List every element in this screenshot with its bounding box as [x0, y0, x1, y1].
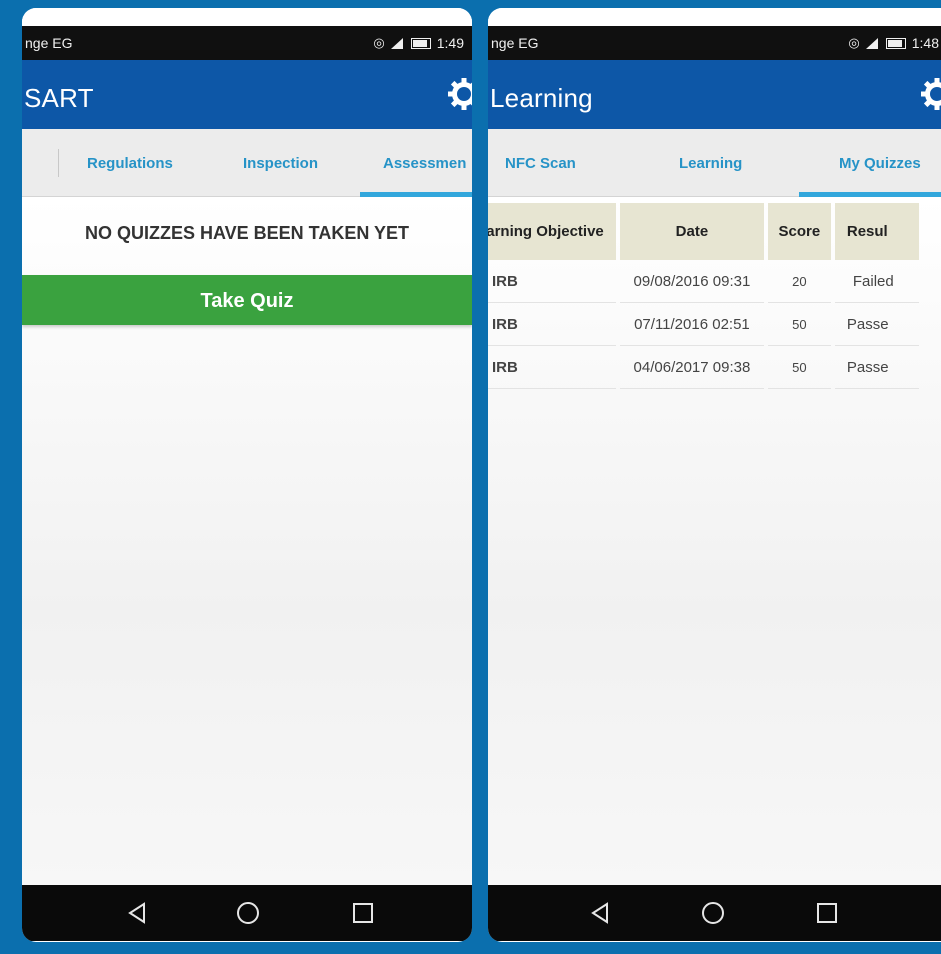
- recents-square-icon[interactable]: [351, 901, 375, 925]
- empty-state-message: NO QUIZZES HAVE BEEN TAKEN YET: [84, 223, 410, 243]
- status-icons: ◎ 1:49: [373, 35, 464, 51]
- status-icons: ◎ 1:48: [848, 35, 939, 51]
- tab-regulations[interactable]: Regulations: [87, 155, 173, 172]
- back-triangle-icon[interactable]: [125, 901, 149, 925]
- column-header-date: Date: [620, 203, 764, 260]
- signal-icon: [390, 37, 405, 49]
- cell-score: 50: [767, 303, 831, 346]
- battery-icon: [885, 37, 906, 49]
- content-area: arning Objective Date Score Resul IRB 09…: [488, 197, 941, 885]
- content-area: NO QUIZZES HAVE BEEN TAKEN YET Take Quiz: [22, 197, 472, 885]
- table-row[interactable]: IRB 04/06/2017 09:38 50 Passe: [488, 346, 919, 389]
- phone-screen-my-quizzes: nge EG ◎ 1:48 Learning NFC Scan Learning…: [488, 8, 941, 942]
- cell-result: Passe: [834, 346, 919, 389]
- tab-divider: [58, 149, 59, 177]
- gear-icon[interactable]: [446, 76, 472, 112]
- cell-score: 50: [767, 346, 831, 389]
- back-triangle-icon[interactable]: [588, 901, 612, 925]
- tab-my-quizzes[interactable]: My Quizzes: [839, 155, 921, 172]
- carrier-label: nge EG: [491, 35, 539, 51]
- table-row[interactable]: IRB 07/11/2016 02:51 50 Passe: [488, 303, 919, 346]
- cell-result: Failed: [834, 260, 919, 303]
- app-bar: Learning: [488, 60, 941, 129]
- cell-objective: IRB: [488, 346, 617, 389]
- phone-screen-assessment: nge EG ◎ 1:49 SART Regulations Inspectio…: [22, 8, 472, 942]
- app-title: SART: [24, 83, 94, 113]
- tab-inspection[interactable]: Inspection: [243, 155, 318, 172]
- signal-icon: [865, 37, 880, 49]
- screen-top-edge: [488, 8, 941, 26]
- tab-learning[interactable]: Learning: [679, 155, 742, 172]
- clock: 1:48: [911, 35, 939, 51]
- tab-nfc-scan[interactable]: NFC Scan: [505, 155, 576, 172]
- hotspot-icon: ◎: [373, 35, 385, 50]
- recents-square-icon[interactable]: [815, 901, 839, 925]
- column-header-score: Score: [767, 203, 831, 260]
- gear-icon[interactable]: [919, 76, 941, 112]
- status-bar: nge EG ◎ 1:49: [22, 26, 472, 60]
- tab-bar: NFC Scan Learning My Quizzes: [488, 129, 941, 197]
- column-header-learning-objective: arning Objective: [488, 203, 617, 260]
- navigation-bar: [22, 885, 472, 941]
- cell-score: 20: [767, 260, 831, 303]
- tab-bar: Regulations Inspection Assessmen: [22, 129, 472, 197]
- carrier-label: nge EG: [25, 35, 73, 51]
- cell-date: 04/06/2017 09:38: [620, 346, 764, 389]
- table-row[interactable]: IRB 09/08/2016 09:31 20 Failed: [488, 260, 919, 303]
- cell-objective: IRB: [488, 303, 617, 346]
- table-header-row: arning Objective Date Score Resul: [488, 203, 919, 260]
- status-bar: nge EG ◎ 1:48: [488, 26, 941, 60]
- cell-date: 07/11/2016 02:51: [620, 303, 764, 346]
- take-quiz-button[interactable]: Take Quiz: [22, 275, 472, 325]
- cell-objective: IRB: [488, 260, 617, 303]
- cell-date: 09/08/2016 09:31: [620, 260, 764, 303]
- hotspot-icon: ◎: [848, 35, 860, 50]
- screen-top-edge: [22, 8, 472, 26]
- app-bar: SART: [22, 60, 472, 129]
- app-title: Learning: [490, 83, 593, 113]
- clock: 1:49: [436, 35, 464, 51]
- frame-border: [0, 0, 941, 8]
- column-header-result: Resul: [834, 203, 919, 260]
- quiz-results-table: arning Objective Date Score Resul IRB 09…: [488, 203, 923, 389]
- cell-result: Passe: [834, 303, 919, 346]
- home-circle-icon[interactable]: [236, 901, 260, 925]
- battery-icon: [410, 37, 431, 49]
- home-circle-icon[interactable]: [701, 901, 725, 925]
- tab-assessment[interactable]: Assessmen: [383, 155, 466, 172]
- navigation-bar: [488, 885, 941, 941]
